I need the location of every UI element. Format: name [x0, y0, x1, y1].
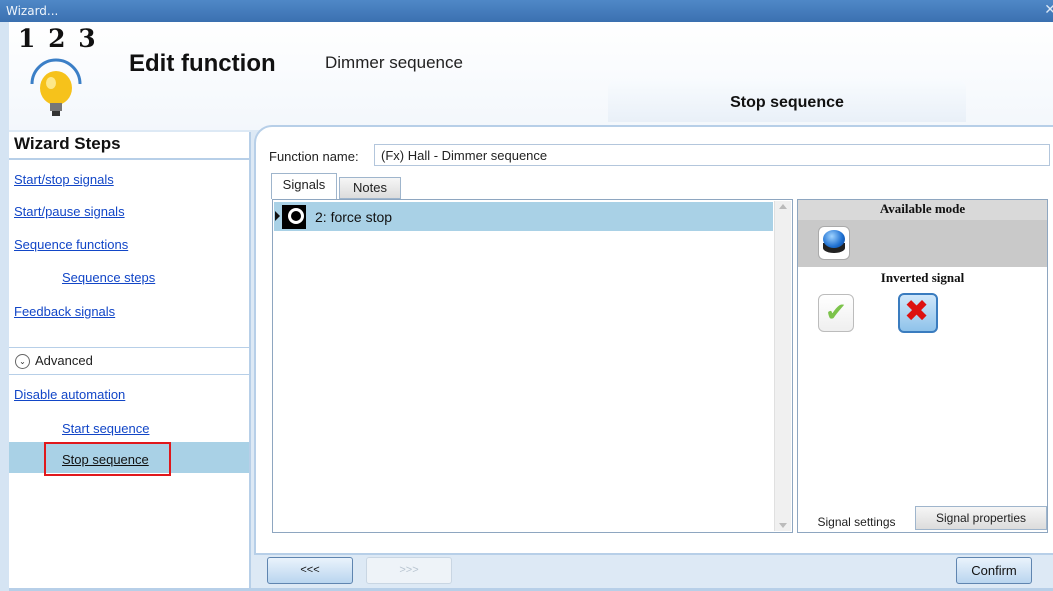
list-item[interactable]: 2: force stop — [274, 202, 773, 231]
function-type-subtitle: Dimmer sequence — [325, 53, 463, 72]
advanced-label: Advanced — [35, 353, 93, 368]
signal-force-stop-icon — [282, 205, 306, 229]
available-mode-area — [798, 220, 1047, 267]
function-editor-panel: Function name: (Fx) Hall - Dimmer sequen… — [254, 125, 1053, 555]
logo-numbers: 1 2 3 — [18, 24, 98, 53]
back-button[interactable]: <<< — [267, 557, 353, 584]
close-icon[interactable]: ✕ — [1044, 2, 1053, 18]
wizard-window: 1 2 3 Edit function Dimmer sequence Stop… — [9, 22, 1053, 591]
scroll-up-icon[interactable] — [779, 204, 787, 209]
tab-signal-properties[interactable]: Signal properties — [915, 506, 1047, 530]
chevron-down-icon[interactable]: ⌄ — [15, 354, 30, 369]
page-title: Edit function — [129, 50, 276, 77]
wizard-steps-title: Wizard Steps — [14, 134, 121, 153]
step-start-pause-signals[interactable]: Start/pause signals — [14, 204, 125, 219]
step-feedback-signals[interactable]: Feedback signals — [14, 304, 115, 319]
next-button[interactable]: >>> — [366, 557, 452, 584]
step-sequence-steps[interactable]: Sequence steps — [62, 270, 155, 285]
step-disable-automation[interactable]: Disable automation — [14, 387, 125, 402]
divider — [9, 158, 249, 160]
function-name-input[interactable]: (Fx) Hall - Dimmer sequence — [374, 144, 1050, 166]
blue-pushbutton-icon[interactable] — [818, 226, 850, 260]
check-icon[interactable]: ✔ — [818, 294, 854, 332]
tab-signals[interactable]: Signals — [271, 173, 337, 199]
wizard-steps-panel: Wizard Steps Start/stop signals Start/pa… — [9, 132, 251, 591]
inverted-signal-header: Inverted signal — [880, 270, 965, 285]
signals-scrollbar[interactable] — [774, 201, 791, 531]
window-title: Wizard... — [6, 4, 59, 18]
step-start-sequence[interactable]: Start sequence — [62, 421, 149, 436]
lightbulb-icon — [30, 58, 82, 116]
available-mode-header: Available mode — [798, 200, 1047, 220]
signal-settings-panel: Available mode Inverted signal ✔ ✖ Signa… — [797, 199, 1048, 533]
row-pointer-icon — [275, 211, 280, 221]
step-start-stop-signals[interactable]: Start/stop signals — [14, 172, 114, 187]
confirm-button[interactable]: Confirm — [956, 557, 1032, 584]
step-sequence-functions[interactable]: Sequence functions — [14, 237, 128, 252]
x-glyph: ✖ — [904, 294, 930, 329]
signal-label: 2: force stop — [315, 209, 393, 225]
signals-list: 2: force stop — [272, 199, 793, 533]
advanced-section-toggle[interactable]: ⌄ Advanced — [9, 347, 249, 375]
header: 1 2 3 Edit function Dimmer sequence Stop… — [9, 22, 1053, 130]
tab-notes[interactable]: Notes — [339, 177, 401, 199]
current-step-tab: Stop sequence — [608, 80, 966, 122]
x-icon[interactable]: ✖ — [898, 293, 938, 333]
wizard-logo: 1 2 3 — [18, 24, 98, 125]
annotation-highlight-box — [44, 442, 171, 476]
scroll-down-icon[interactable] — [779, 523, 787, 528]
function-name-label: Function name: — [269, 149, 359, 164]
title-bar: Wizard... ✕ — [0, 0, 1053, 22]
tab-signal-settings[interactable]: Signal settings — [798, 510, 915, 532]
